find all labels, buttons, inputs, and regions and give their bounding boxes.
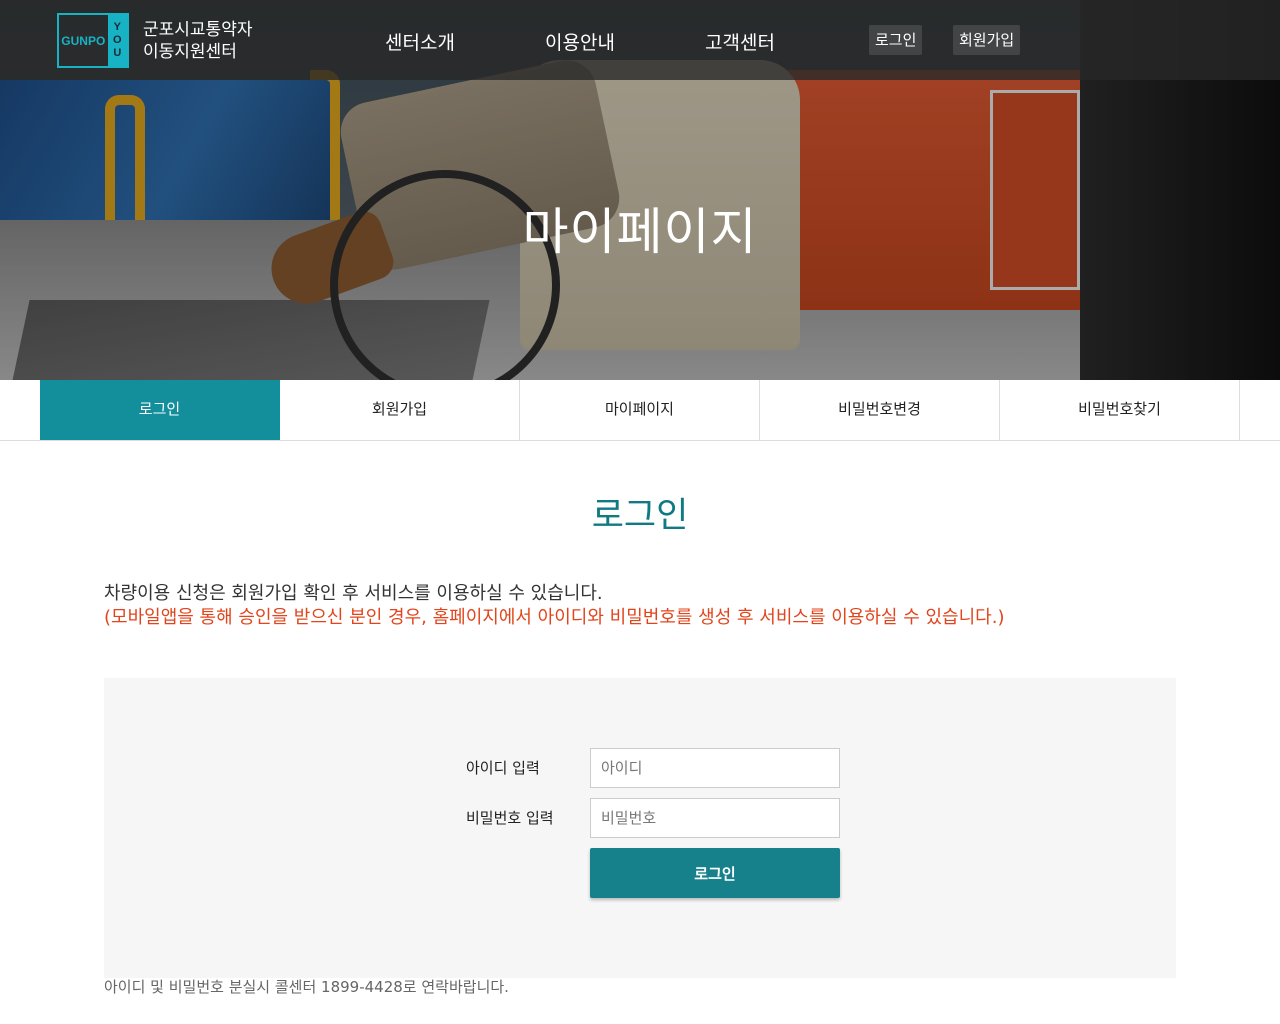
password-label: 비밀번호 입력	[466, 809, 554, 827]
site-logo[interactable]: GUNPO Y O U	[57, 13, 129, 68]
login-button[interactable]: 로그인	[590, 848, 840, 898]
id-label: 아이디 입력	[466, 759, 540, 777]
page-title: 마이페이지	[522, 203, 758, 261]
logo-text: GUNPO	[61, 33, 106, 48]
nav-customer-center[interactable]: 고객센터	[705, 28, 775, 55]
help-note: 아이디 및 비밀번호 분실시 콜센터 1899-4428로 연락바랍니다.	[104, 978, 509, 996]
site-name[interactable]: 군포시교통약자 이동지원센터	[143, 19, 252, 63]
tab-change-password[interactable]: 비밀번호변경	[760, 380, 1000, 440]
header-login-button[interactable]: 로그인	[869, 25, 923, 55]
password-input[interactable]	[590, 798, 840, 838]
tab-signup[interactable]: 회원가입	[280, 380, 520, 440]
tab-login[interactable]: 로그인	[40, 380, 280, 440]
nav-center-intro[interactable]: 센터소개	[385, 28, 455, 55]
notice-warning-text: (모바일앱을 통해 승인을 받으신 분인 경우, 홈페이지에서 아이디와 비밀번…	[104, 607, 1005, 628]
sub-tabs: 로그인 회원가입 마이페이지 비밀번호변경 비밀번호찾기	[0, 380, 1280, 441]
nav-usage-guide[interactable]: 이용안내	[545, 28, 615, 55]
tab-find-password[interactable]: 비밀번호찾기	[1000, 380, 1240, 440]
logo-mark: Y O U	[107, 15, 127, 66]
section-title: 로그인	[591, 496, 689, 536]
tab-mypage[interactable]: 마이페이지	[520, 380, 760, 440]
id-input[interactable]	[590, 748, 840, 788]
header-signup-button[interactable]: 회원가입	[953, 25, 1021, 55]
site-header: GUNPO Y O U 군포시교통약자 이동지원센터 센터소개 이용안내 고객센…	[0, 0, 1280, 80]
notice-text: 차량이용 신청은 회원가입 확인 후 서비스를 이용하실 수 있습니다.	[104, 583, 603, 604]
